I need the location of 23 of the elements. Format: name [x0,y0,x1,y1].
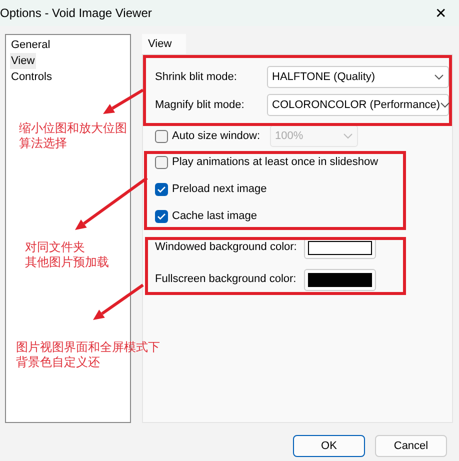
category-item[interactable]: View [10,53,36,69]
annotation-text: 算法选择 [19,136,67,151]
category-item[interactable]: General [10,37,52,53]
annotation-text: 缩小位图和放大位图 [19,121,127,136]
annotation-text: 对同文件夹 [25,240,85,255]
tab[interactable]: View [142,34,186,54]
field-label: Shrink blit mode: [155,70,238,85]
category-item[interactable]: Controls [10,69,53,85]
annotation-text: 其他图片预加载 [25,255,109,270]
checkbox-label: Cache last image [172,209,257,224]
field-label: Fullscreen background color: [155,272,298,288]
dialog-button[interactable]: Cancel [375,435,447,457]
dropdown[interactable]: COLORONCOLOR (Performance) [267,94,449,116]
dialog-button[interactable]: OK [293,435,365,457]
checkbox-label: Play animations at least once in slideshow [172,155,378,170]
checkbox-label: Auto size window: [172,128,262,144]
close-button[interactable]: ✕ [435,2,447,24]
checkbox-label: Preload next image [172,182,267,198]
dropdown[interactable]: HALFTONE (Quality) [267,66,449,88]
annotation-text: 背景色自定义还 [16,355,100,370]
field-label: Windowed background color: [155,240,298,256]
field-label: Magnify blit mode: [155,98,246,113]
window-title: Options - Void Image Viewer [0,5,152,22]
